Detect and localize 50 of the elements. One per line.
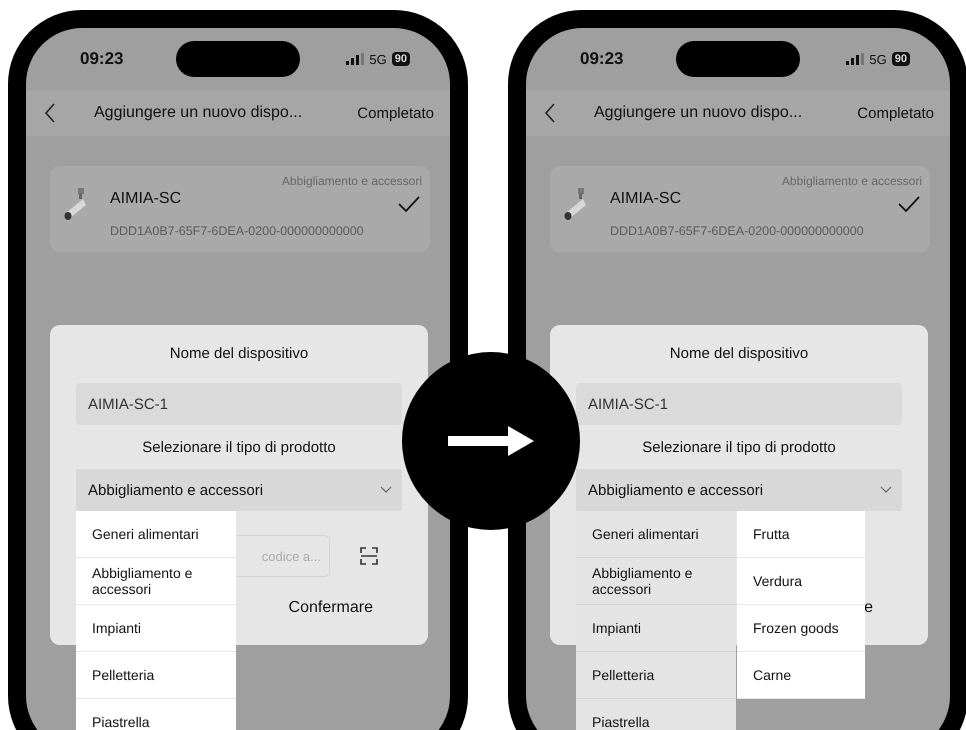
confirm-button[interactable]: Confermare bbox=[288, 599, 373, 617]
menu-item[interactable]: Carne bbox=[737, 652, 865, 699]
type-label: Selezionare il tipo di prodotto bbox=[641, 439, 837, 456]
type-select[interactable]: Abbigliamento e accessori bbox=[576, 469, 902, 511]
spotlight-icon bbox=[564, 188, 588, 222]
menu-item[interactable]: Verdura bbox=[737, 558, 865, 605]
device-id: DDD1A0B7-65F7-6DEA-0200-000000000000 bbox=[610, 224, 864, 238]
confirm-button[interactable]: e bbox=[864, 599, 873, 617]
chevron-down-icon bbox=[880, 486, 892, 494]
page-title: Aggiungere un nuovo dispo... bbox=[594, 104, 802, 122]
menu-item[interactable]: Frutta bbox=[737, 511, 865, 558]
status-time: 09:23 bbox=[80, 49, 124, 69]
menu-item[interactable]: Generi alimentari bbox=[76, 511, 236, 558]
scan-icon[interactable] bbox=[360, 547, 378, 565]
battery-level: 90 bbox=[892, 52, 910, 66]
done-link[interactable]: Completato bbox=[857, 104, 934, 122]
back-icon[interactable] bbox=[44, 103, 56, 123]
name-field[interactable]: AIMIA-SC-1 bbox=[76, 383, 402, 425]
page-title: Aggiungere un nuovo dispo... bbox=[94, 104, 302, 122]
back-icon[interactable] bbox=[544, 103, 556, 123]
menu-item[interactable]: Impianti bbox=[576, 605, 736, 652]
device-name: AIMIA-SC bbox=[110, 190, 182, 208]
device-id: DDD1A0B7-65F7-6DEA-0200-000000000000 bbox=[110, 224, 364, 238]
menu-item[interactable]: Impianti bbox=[76, 605, 236, 652]
network-label: 5G bbox=[869, 52, 887, 66]
menu-item[interactable]: Pelletteria bbox=[76, 652, 236, 699]
menu-item[interactable]: Pelletteria bbox=[576, 652, 736, 699]
name-field[interactable]: AIMIA-SC-1 bbox=[576, 383, 902, 425]
spotlight-icon bbox=[64, 188, 88, 222]
menu-item[interactable]: Generi alimentari bbox=[576, 511, 736, 558]
type-select[interactable]: Abbigliamento e accessori bbox=[76, 469, 402, 511]
device-category: Abbigliamento e accessori bbox=[282, 174, 422, 188]
menu-item[interactable]: Piastrella bbox=[76, 699, 236, 730]
right-arrow-icon bbox=[448, 426, 534, 456]
menu-item[interactable]: Piastrella bbox=[576, 699, 736, 730]
dialog-title: Nome del dispositivo bbox=[668, 345, 810, 362]
signal-icon bbox=[346, 53, 364, 65]
signal-icon bbox=[846, 53, 864, 65]
menu-item[interactable]: Abbigliamento e accessori bbox=[76, 558, 236, 605]
menu-item[interactable]: Frozen goods bbox=[737, 605, 865, 652]
battery-level: 90 bbox=[392, 52, 410, 66]
status-time: 09:23 bbox=[580, 49, 624, 69]
device-category: Abbigliamento e accessori bbox=[782, 174, 922, 188]
menu-item[interactable]: Abbigliamento e accessori bbox=[576, 558, 736, 605]
dialog-title: Nome del dispositivo bbox=[168, 345, 310, 362]
network-label: 5G bbox=[369, 52, 387, 66]
done-link[interactable]: Completato bbox=[357, 104, 434, 122]
chevron-down-icon bbox=[380, 486, 392, 494]
type-label: Selezionare il tipo di prodotto bbox=[141, 439, 337, 456]
device-name: AIMIA-SC bbox=[610, 190, 682, 208]
